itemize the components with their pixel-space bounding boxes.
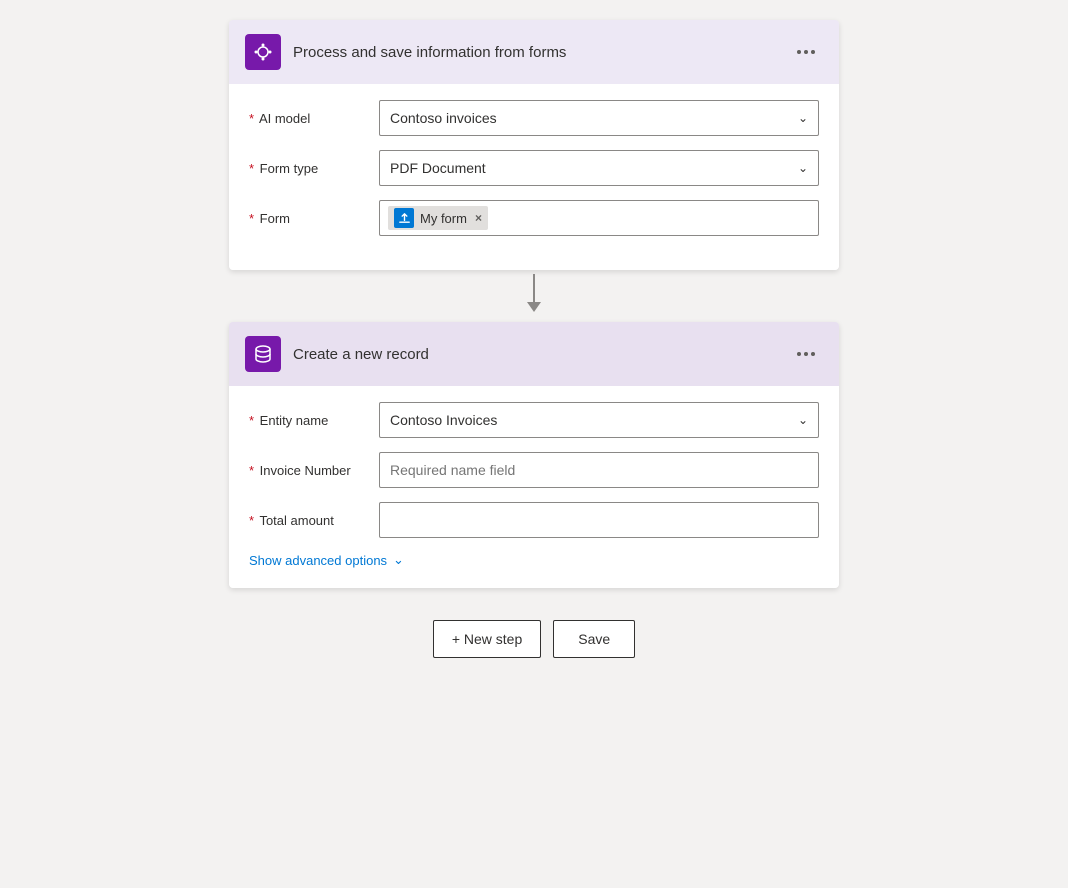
total-amount-row: * Total amount	[249, 502, 819, 538]
ai-model-row: * AI model Contoso invoices ⌄	[249, 100, 819, 136]
invoice-number-required: *	[249, 463, 254, 478]
ai-model-value: Contoso invoices	[390, 110, 798, 126]
dot3	[811, 50, 815, 54]
card2-icon	[245, 336, 281, 372]
card1-body: * AI model Contoso invoices ⌄ * Form typ…	[229, 84, 839, 270]
form-type-chevron: ⌄	[798, 161, 808, 175]
connector-arrowhead	[527, 302, 541, 312]
entity-name-value: Contoso Invoices	[390, 412, 798, 428]
total-amount-required: *	[249, 513, 254, 528]
form-type-value: PDF Document	[390, 160, 798, 176]
form-control: My form ×	[379, 200, 819, 236]
entity-name-control: Contoso Invoices ⌄	[379, 402, 819, 438]
dot6	[811, 352, 815, 356]
card1-header: Process and save information from forms	[229, 20, 839, 84]
total-amount-label: * Total amount	[249, 513, 379, 528]
form-type-row: * Form type PDF Document ⌄	[249, 150, 819, 186]
card2-header: Create a new record	[229, 322, 839, 386]
ai-model-control: Contoso invoices ⌄	[379, 100, 819, 136]
entity-name-label: * Entity name	[249, 413, 379, 428]
dot4	[797, 352, 801, 356]
card-process-forms: Process and save information from forms …	[229, 20, 839, 270]
form-tag-icon	[394, 208, 414, 228]
form-type-dropdown[interactable]: PDF Document ⌄	[379, 150, 819, 186]
form-tag-input[interactable]: My form ×	[379, 200, 819, 236]
ai-model-label: * AI model	[249, 111, 379, 126]
form-type-control: PDF Document ⌄	[379, 150, 819, 186]
advanced-options-chevron: ⌄	[393, 552, 404, 568]
form-tag-label: My form	[420, 211, 467, 226]
card2-title: Create a new record	[293, 346, 789, 363]
card1-menu-button[interactable]	[789, 44, 823, 60]
new-step-button[interactable]: + New step	[433, 620, 541, 658]
form-row: * Form My form	[249, 200, 819, 236]
entity-name-chevron: ⌄	[798, 413, 808, 427]
new-step-label: + New step	[452, 631, 522, 647]
ai-model-chevron: ⌄	[798, 111, 808, 125]
form-tag: My form ×	[388, 206, 488, 230]
card-create-record: Create a new record * Entity name Contos…	[229, 322, 839, 588]
form-type-required: *	[249, 161, 254, 176]
connector-arrow	[527, 274, 541, 318]
connector-line	[533, 274, 535, 302]
invoice-number-label: * Invoice Number	[249, 463, 379, 478]
form-tag-close[interactable]: ×	[475, 211, 482, 225]
card2-menu-button[interactable]	[789, 346, 823, 362]
dot5	[804, 352, 808, 356]
total-amount-control	[379, 502, 819, 538]
save-button[interactable]: Save	[553, 620, 635, 658]
entity-name-dropdown[interactable]: Contoso Invoices ⌄	[379, 402, 819, 438]
card2-body: * Entity name Contoso Invoices ⌄ * Invoi…	[229, 386, 839, 588]
entity-name-required: *	[249, 413, 254, 428]
show-advanced-options[interactable]: Show advanced options ⌄	[249, 552, 819, 568]
advanced-options-label: Show advanced options	[249, 553, 387, 568]
ai-model-dropdown[interactable]: Contoso invoices ⌄	[379, 100, 819, 136]
invoice-number-row: * Invoice Number	[249, 452, 819, 488]
form-type-label: * Form type	[249, 161, 379, 176]
card1-icon	[245, 34, 281, 70]
form-required: *	[249, 211, 254, 226]
save-label: Save	[578, 631, 610, 647]
entity-name-row: * Entity name Contoso Invoices ⌄	[249, 402, 819, 438]
dot1	[797, 50, 801, 54]
form-label: * Form	[249, 211, 379, 226]
invoice-number-input[interactable]	[379, 452, 819, 488]
total-amount-input[interactable]	[379, 502, 819, 538]
bottom-actions: + New step Save	[433, 620, 635, 658]
card1-title: Process and save information from forms	[293, 44, 789, 61]
ai-model-required: *	[249, 111, 254, 126]
invoice-number-control	[379, 452, 819, 488]
dot2	[804, 50, 808, 54]
